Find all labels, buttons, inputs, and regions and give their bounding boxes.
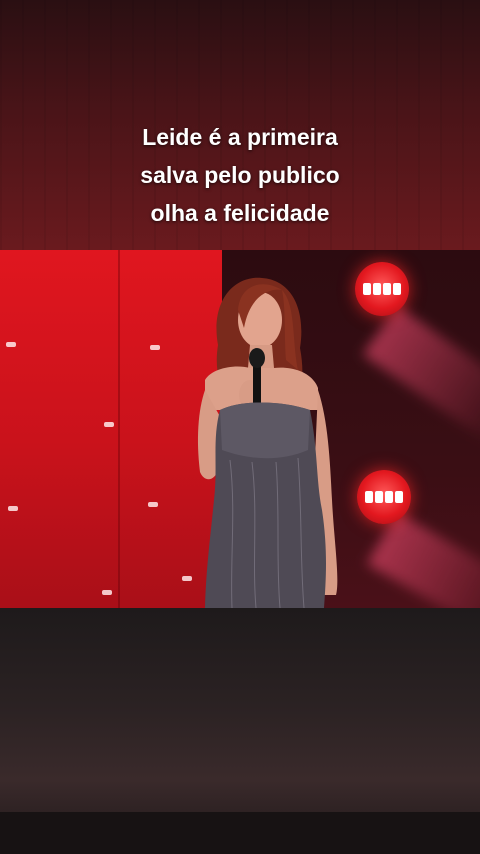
bottom-strip <box>0 812 480 854</box>
caption-line-3: olha a felicidade <box>150 200 330 226</box>
caption-line-1: Leide é a primeira <box>142 124 338 150</box>
video-frame: Leide é a primeira salva pelo publico ol… <box>0 0 480 854</box>
caption-text: Leide é a primeira salva pelo publico ol… <box>0 118 480 232</box>
caption-line-2: salva pelo publico <box>140 162 340 188</box>
performer-figure <box>197 277 338 608</box>
stage-photo <box>0 250 480 608</box>
